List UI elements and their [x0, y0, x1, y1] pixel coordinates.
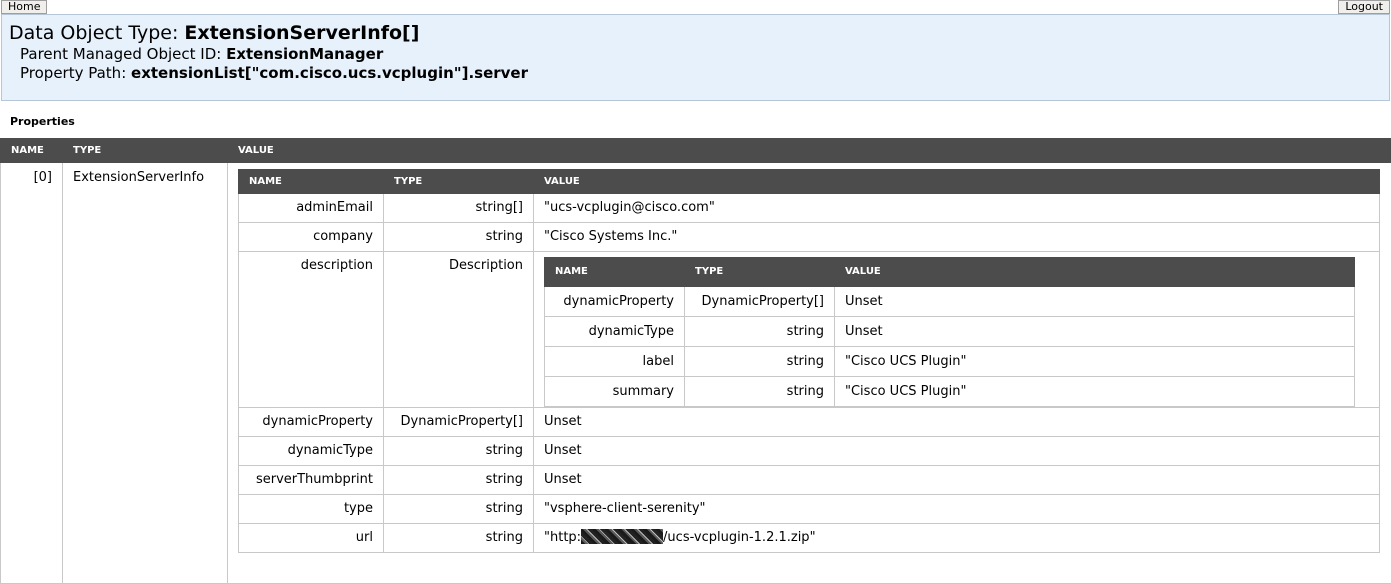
- row-value: NAME TYPE VALUE adminEmail string[] "ucs…: [228, 163, 1391, 584]
- property-type: string: [384, 223, 534, 252]
- table-row: company string "Cisco Systems Inc.": [239, 223, 1380, 252]
- property-value: "ucs-vcplugin@cisco.com": [534, 194, 1380, 223]
- property-type: DynamicProperty[]: [384, 408, 534, 437]
- property-name: dynamicProperty: [239, 408, 384, 437]
- logout-button[interactable]: Logout: [1338, 0, 1390, 14]
- top-nav: Home Logout: [0, 0, 1391, 14]
- table-row: [0] ExtensionServerInfo NAME TYPE VALUE: [1, 163, 1391, 584]
- property-path: Property Path: extensionList["com.cisco.…: [9, 64, 1389, 83]
- property-type: string: [384, 495, 534, 524]
- properties-title: Properties: [10, 115, 75, 128]
- property-value: "Cisco Systems Inc.": [534, 223, 1380, 252]
- property-type: string: [685, 317, 835, 347]
- property-name: type: [239, 495, 384, 524]
- table-row: dynamicProperty DynamicProperty[] Unset: [545, 287, 1355, 317]
- parent-label: Parent Managed Object ID:: [20, 45, 226, 63]
- table-row: serverThumbprint string Unset: [239, 466, 1380, 495]
- property-type: string: [384, 524, 534, 553]
- property-path-label: Property Path:: [20, 64, 131, 82]
- property-value: "Cisco UCS Plugin": [835, 347, 1355, 377]
- extension-server-info-table: NAME TYPE VALUE adminEmail string[] "ucs…: [238, 169, 1380, 553]
- table-row: description Description NAME TYPE: [239, 252, 1380, 408]
- property-type: Description: [384, 252, 534, 408]
- table-row: dynamicType string Unset: [239, 437, 1380, 466]
- property-value: Unset: [835, 317, 1355, 347]
- table-header-row: NAME TYPE VALUE: [1, 139, 1391, 163]
- table-row: dynamicProperty DynamicProperty[] Unset: [239, 408, 1380, 437]
- property-value: Unset: [534, 437, 1380, 466]
- property-name: dynamicType: [545, 317, 685, 347]
- table-row: url string "http: /ucs-vcplugin-1.2.1.zip…: [239, 524, 1380, 553]
- description-table: NAME TYPE VALUE dynamicProperty: [544, 257, 1355, 407]
- redacted-host: [581, 529, 663, 544]
- column-header-name: NAME: [545, 258, 685, 287]
- properties-table: NAME TYPE VALUE [0] ExtensionServerInfo …: [0, 138, 1391, 584]
- url-suffix: /ucs-vcplugin-1.2.1.zip": [663, 530, 816, 545]
- property-name: dynamicType: [239, 437, 384, 466]
- column-header-name: NAME: [239, 170, 384, 194]
- property-value: Unset: [534, 466, 1380, 495]
- property-name: url: [239, 524, 384, 553]
- column-header-type: TYPE: [685, 258, 835, 287]
- column-header-value: VALUE: [228, 139, 1391, 163]
- property-type: string[]: [384, 194, 534, 223]
- property-name: label: [545, 347, 685, 377]
- table-row: summary string "Cisco UCS Plugin": [545, 377, 1355, 407]
- parent-managed-object: Parent Managed Object ID: ExtensionManag…: [9, 45, 1389, 64]
- property-value: "Cisco UCS Plugin": [835, 377, 1355, 407]
- property-value: Unset: [534, 408, 1380, 437]
- property-type: string: [685, 377, 835, 407]
- data-object-type-label: Data Object Type:: [9, 22, 184, 44]
- property-type: string: [384, 437, 534, 466]
- property-name: serverThumbprint: [239, 466, 384, 495]
- property-name: dynamicProperty: [545, 287, 685, 317]
- data-object-type: Data Object Type: ExtensionServerInfo[]: [9, 21, 1389, 45]
- property-name: company: [239, 223, 384, 252]
- table-row: type string "vsphere-client-serenity": [239, 495, 1380, 524]
- property-type: string: [384, 466, 534, 495]
- property-value: Unset: [835, 287, 1355, 317]
- page-header: Data Object Type: ExtensionServerInfo[] …: [1, 14, 1390, 101]
- table-header-row: NAME TYPE VALUE: [239, 170, 1380, 194]
- property-value: "vsphere-client-serenity": [534, 495, 1380, 524]
- parent-value: ExtensionManager: [226, 45, 383, 63]
- row-name: [0]: [1, 163, 63, 584]
- property-path-value: extensionList["com.cisco.ucs.vcplugin"].…: [131, 64, 528, 82]
- row-type: ExtensionServerInfo: [63, 163, 228, 584]
- property-name: summary: [545, 377, 685, 407]
- table-header-row: NAME TYPE VALUE: [545, 258, 1355, 287]
- column-header-value: VALUE: [534, 170, 1380, 194]
- url-prefix: "http:: [544, 530, 581, 545]
- column-header-name: NAME: [1, 139, 63, 163]
- home-button[interactable]: Home: [1, 0, 47, 14]
- column-header-type: TYPE: [63, 139, 228, 163]
- property-value: NAME TYPE VALUE dynamicProperty: [534, 252, 1380, 408]
- table-row: label string "Cisco UCS Plugin": [545, 347, 1355, 377]
- property-type: DynamicProperty[]: [685, 287, 835, 317]
- property-type: string: [685, 347, 835, 377]
- property-name: adminEmail: [239, 194, 384, 223]
- property-value: "http: /ucs-vcplugin-1.2.1.zip": [534, 524, 1380, 553]
- data-object-type-value: ExtensionServerInfo[]: [184, 22, 419, 44]
- column-header-value: VALUE: [835, 258, 1355, 287]
- property-name: description: [239, 252, 384, 408]
- table-row: adminEmail string[] "ucs-vcplugin@cisco.…: [239, 194, 1380, 223]
- table-row: dynamicType string Unset: [545, 317, 1355, 347]
- column-header-type: TYPE: [384, 170, 534, 194]
